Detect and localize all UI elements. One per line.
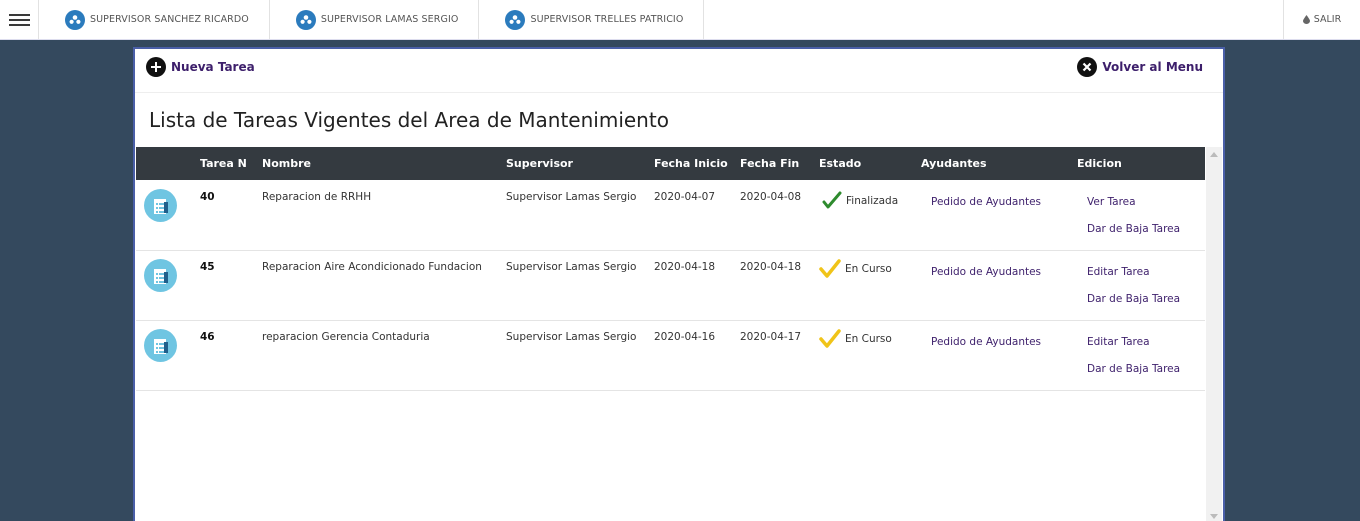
task-number: 45 xyxy=(200,261,215,273)
table-row: 45 Reparacion Aire Acondicionado Fundaci… xyxy=(136,251,1205,321)
yellow-check-icon xyxy=(819,329,841,348)
close-circle-icon xyxy=(1077,57,1098,77)
column-header-supervisor: Supervisor xyxy=(506,157,573,170)
task-supervisor: Supervisor Lamas Sergio xyxy=(506,331,637,343)
user-group-icon xyxy=(505,9,526,30)
task-start-date: 2020-04-16 xyxy=(654,331,716,343)
menu-icon[interactable] xyxy=(0,0,39,39)
clipboard-icon xyxy=(144,259,177,292)
column-header-end-date: Fecha Fin xyxy=(740,157,800,170)
task-start-date: 2020-04-18 xyxy=(654,261,716,273)
edit-task-link[interactable]: Editar Tarea xyxy=(1087,336,1150,348)
task-end-date: 2020-04-18 xyxy=(740,261,802,273)
logout-label: SALIR xyxy=(1313,14,1342,25)
clipboard-icon xyxy=(144,329,177,362)
drop-icon xyxy=(1302,15,1310,24)
scroll-up-arrow-icon[interactable] xyxy=(1210,152,1218,157)
task-number: 40 xyxy=(200,191,215,203)
column-header-name: Nombre xyxy=(262,157,311,170)
back-to-menu-button[interactable]: Volver al Menu xyxy=(1077,57,1203,77)
user-group-icon xyxy=(65,9,85,30)
task-name: Reparacion de RRHH xyxy=(262,191,372,203)
task-status: En Curso xyxy=(819,329,892,349)
new-task-button[interactable]: Nueva Tarea xyxy=(146,57,255,77)
top-navbar: SUPERVISOR SANCHEZ RICARDO SUPERVISOR LA… xyxy=(0,0,1360,40)
column-header-edit: Edicion xyxy=(1077,157,1122,170)
helpers-request-link[interactable]: Pedido de Ayudantes xyxy=(931,266,1041,278)
vertical-scrollbar[interactable] xyxy=(1206,147,1222,521)
delete-task-link[interactable]: Dar de Baja Tarea xyxy=(1087,223,1180,235)
navbar-spacer xyxy=(704,0,1283,39)
column-header-helpers: Ayudantes xyxy=(921,157,987,170)
task-start-date: 2020-04-07 xyxy=(654,191,716,203)
supervisor-tab-trelles[interactable]: SUPERVISOR TRELLES PATRICIO xyxy=(479,0,705,39)
view-task-link[interactable]: Ver Tarea xyxy=(1087,196,1136,208)
supervisor-tab-sanchez[interactable]: SUPERVISOR SANCHEZ RICARDO xyxy=(39,0,270,39)
delete-task-link[interactable]: Dar de Baja Tarea xyxy=(1087,293,1180,305)
edit-task-link[interactable]: Editar Tarea xyxy=(1087,266,1150,278)
task-status: En Curso xyxy=(819,259,892,279)
scroll-down-arrow-icon[interactable] xyxy=(1210,514,1218,519)
new-task-label: Nueva Tarea xyxy=(171,60,255,74)
task-number: 46 xyxy=(200,331,215,343)
status-label: En Curso xyxy=(845,333,892,345)
column-header-number: Tarea N xyxy=(200,157,247,170)
back-to-menu-label: Volver al Menu xyxy=(1102,60,1203,74)
green-check-icon xyxy=(822,191,842,209)
status-label: En Curso xyxy=(845,263,892,275)
helpers-request-link[interactable]: Pedido de Ayudantes xyxy=(931,196,1041,208)
task-end-date: 2020-04-17 xyxy=(740,331,802,343)
task-name: reparacion Gerencia Contaduria xyxy=(262,331,430,343)
supervisor-label: SUPERVISOR SANCHEZ RICARDO xyxy=(90,14,249,25)
column-header-start-date: Fecha Inicio xyxy=(654,157,728,170)
user-group-icon xyxy=(295,9,316,30)
task-status: Finalizada xyxy=(822,191,898,211)
yellow-check-icon xyxy=(819,259,841,278)
table-row: 40 Reparacion de RRHH Supervisor Lamas S… xyxy=(136,181,1205,251)
helpers-request-link[interactable]: Pedido de Ayudantes xyxy=(931,336,1041,348)
table-header: Tarea N Nombre Supervisor Fecha Inicio F… xyxy=(136,147,1205,180)
task-supervisor: Supervisor Lamas Sergio xyxy=(506,191,637,203)
supervisor-label: SUPERVISOR LAMAS SERGIO xyxy=(320,14,459,25)
plus-circle-icon xyxy=(146,57,166,77)
supervisor-label: SUPERVISOR TRELLES PATRICIO xyxy=(530,14,684,25)
logout-button[interactable]: SALIR xyxy=(1283,0,1360,39)
task-end-date: 2020-04-08 xyxy=(740,191,802,203)
table-row: 46 reparacion Gerencia Contaduria Superv… xyxy=(136,321,1205,391)
status-label: Finalizada xyxy=(846,195,899,207)
divider xyxy=(135,92,1223,93)
task-supervisor: Supervisor Lamas Sergio xyxy=(506,261,637,273)
delete-task-link[interactable]: Dar de Baja Tarea xyxy=(1087,363,1180,375)
clipboard-icon xyxy=(144,189,177,222)
supervisor-tab-lamas[interactable]: SUPERVISOR LAMAS SERGIO xyxy=(270,0,480,39)
task-panel: Nueva Tarea Volver al Menu Lista de Tare… xyxy=(135,49,1223,521)
page-title: Lista de Tareas Vigentes del Area de Man… xyxy=(149,108,669,132)
task-name: Reparacion Aire Acondicionado Fundacion xyxy=(262,261,482,273)
column-header-status: Estado xyxy=(819,157,862,170)
